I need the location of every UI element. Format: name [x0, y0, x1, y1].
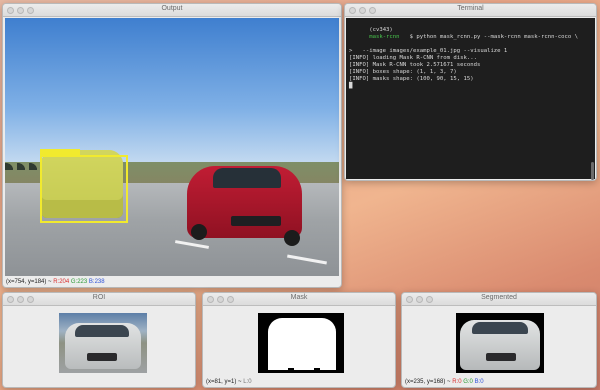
segmented-window[interactable]: Segmented (x=235, y=168) ~ R:0 G:0 B:0	[401, 292, 597, 388]
status-luminance: L:0	[243, 379, 252, 385]
segmented-image[interactable]	[456, 313, 544, 373]
mask-titlebar[interactable]: Mask	[203, 293, 395, 306]
terminal-output[interactable]: (cv343) mask-rcnn $ python mask_rcnn.py …	[346, 18, 595, 179]
mask-shape	[268, 318, 336, 370]
mask-status-bar: (x=81, y=1) ~ L:0	[206, 379, 252, 385]
terminal-line: [INFO] masks shape: (100, 90, 15, 15)	[349, 76, 474, 82]
prompt-env: (cv343)	[369, 27, 393, 33]
terminal-line: [INFO] Mask R-CNN took 2.571671 seconds	[349, 62, 481, 68]
bounding-box-label	[40, 149, 80, 156]
output-window[interactable]: Output (x=754, y=184) ~ R:204 G:223 B:23…	[2, 3, 342, 288]
segmented-titlebar[interactable]: Segmented	[402, 293, 596, 306]
terminal-cursor: █	[349, 83, 353, 89]
red-car-windshield	[213, 168, 281, 188]
window-title: Segmented	[481, 294, 517, 301]
segmented-status-bar: (x=235, y=168) ~ R:0 G:0 B:0	[405, 379, 484, 385]
prompt-command: $ python mask_rcnn.py --mask-rcnn mask-r…	[399, 34, 579, 40]
terminal-line: (cv343) mask-rcnn $ python mask_rcnn.py …	[349, 20, 592, 48]
red-car-grille	[231, 216, 281, 226]
mask-window[interactable]: Mask (x=81, y=1) ~ L:0	[202, 292, 396, 388]
status-green: G:223	[70, 279, 88, 285]
status-red: R:0	[452, 379, 462, 385]
status-blue: B:0	[474, 379, 484, 385]
window-title: Mask	[290, 294, 308, 301]
terminal-window[interactable]: Terminal (cv343) mask-rcnn $ python mask…	[344, 3, 597, 181]
status-coords: (x=235, y=168) ~	[405, 379, 451, 385]
window-title: Output	[161, 5, 183, 12]
output-image[interactable]	[5, 18, 339, 276]
mask-notch	[288, 368, 294, 373]
mask-notch	[314, 368, 320, 373]
terminal-titlebar[interactable]: Terminal	[345, 4, 596, 17]
terminal-line: [INFO] boxes shape: (1, 1, 3, 7)	[349, 69, 457, 75]
output-status-bar: (x=754, y=184) ~ R:204 G:223 B:238	[6, 279, 105, 285]
status-coords: (x=81, y=1) ~	[206, 379, 242, 385]
wheel	[191, 224, 207, 240]
roi-car-windshield	[75, 325, 129, 337]
terminal-line: > --image images/example_01.jpg --visual…	[349, 48, 508, 54]
terminal-line: [INFO] loading Mask R-CNN from disk...	[349, 55, 477, 61]
roi-titlebar[interactable]: ROI	[3, 293, 195, 306]
window-title: ROI	[92, 294, 106, 301]
roi-image[interactable]	[59, 313, 147, 373]
bounding-box	[40, 155, 128, 223]
wheel	[284, 230, 300, 246]
output-titlebar[interactable]: Output	[3, 4, 341, 17]
roi-car-grille	[87, 353, 117, 361]
window-title: Terminal	[457, 5, 484, 12]
status-red: R:204	[53, 279, 70, 285]
terminal-scrollbar[interactable]	[591, 162, 594, 180]
roi-window[interactable]: ROI	[2, 292, 196, 388]
segmented-car-grille	[486, 353, 516, 361]
status-coords: (x=754, y=184) ~	[6, 279, 52, 285]
segmented-car-windshield	[472, 322, 528, 334]
prompt-dir: mask-rcnn	[369, 34, 400, 40]
status-blue: B:238	[88, 279, 105, 285]
mask-image[interactable]	[258, 313, 344, 373]
status-green: G:0	[463, 379, 473, 385]
